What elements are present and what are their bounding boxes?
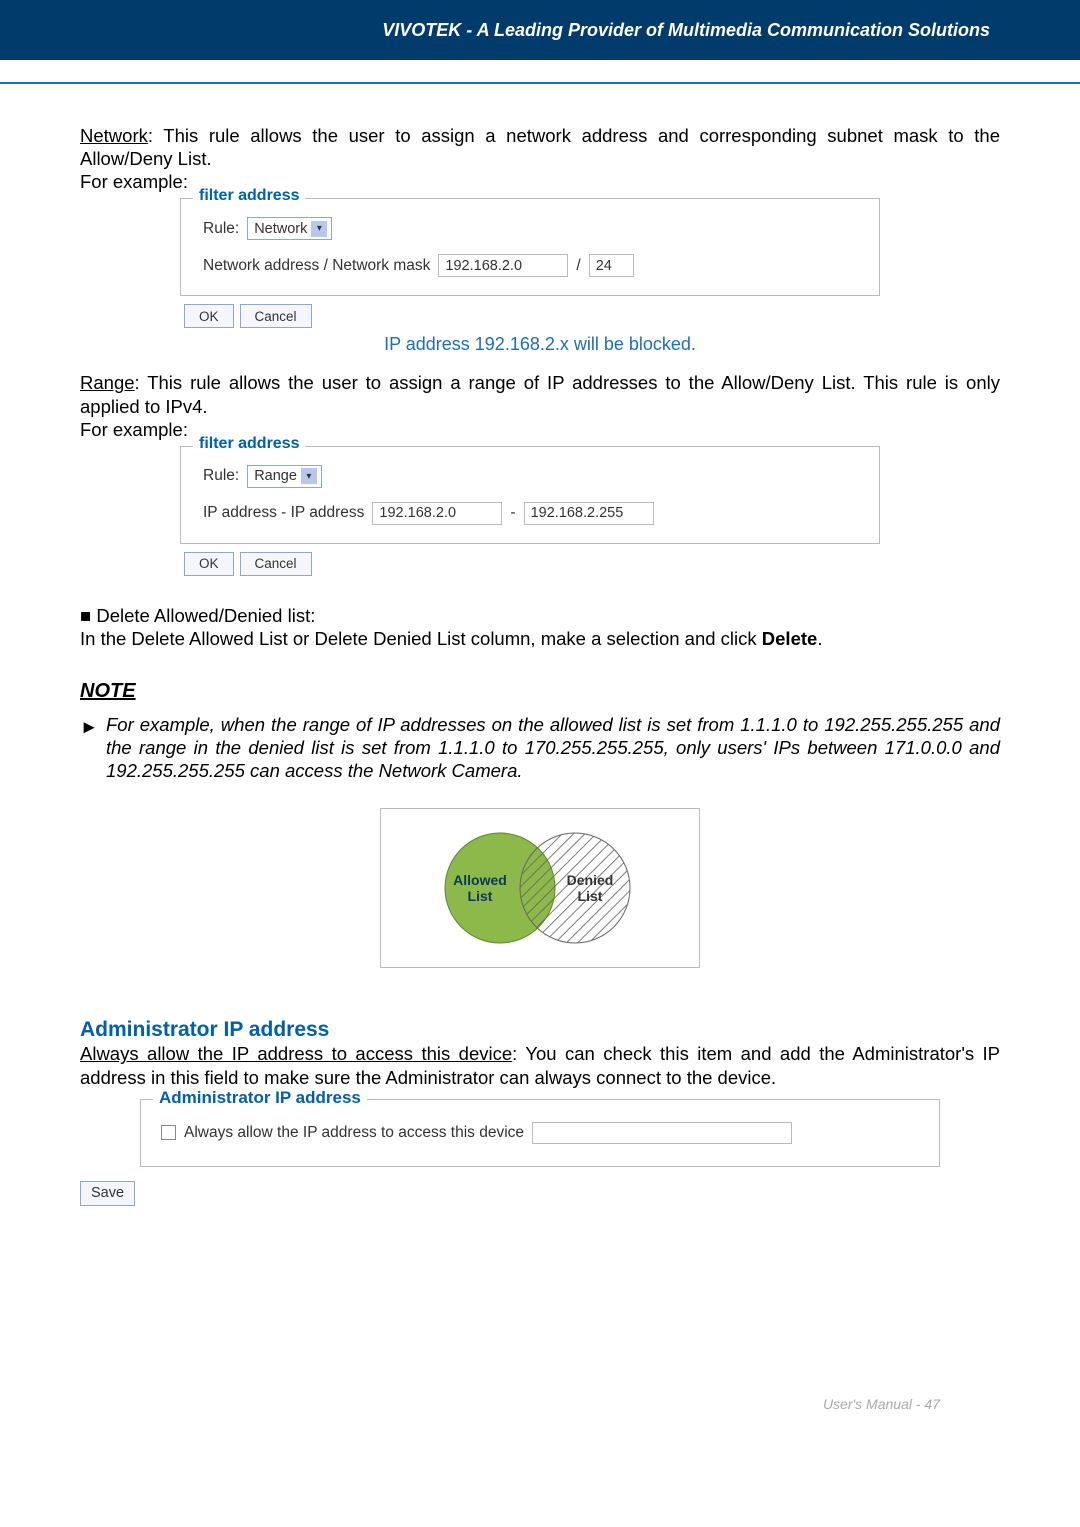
chevron-down-icon: ▾	[311, 221, 327, 237]
admin-check-label: Always allow the IP address to access th…	[184, 1124, 524, 1142]
page-header: VIVOTEK - A Leading Provider of Multimed…	[0, 0, 1080, 60]
admin-legend: Administrator IP address	[153, 1088, 367, 1108]
fs1-button-row: OK Cancel	[184, 304, 1000, 328]
venn-denied-l1: Denied	[567, 872, 614, 888]
rule-label-2: Rule:	[203, 467, 239, 485]
delete-body: In the Delete Allowed List or Delete Den…	[80, 627, 1000, 650]
iprange-label: IP address - IP address	[203, 504, 364, 522]
venn-allowed-l2: List	[468, 888, 493, 904]
network-mask-input[interactable]: 24	[589, 254, 634, 277]
range-paragraph: Range: This rule allows the user to assi…	[80, 371, 1000, 417]
rule-select-value-2: Range	[254, 468, 297, 484]
admin-ip-fieldset: Administrator IP address Always allow th…	[140, 1099, 940, 1167]
admin-desc-paragraph: Always allow the IP address to access th…	[80, 1042, 1000, 1088]
rule-select-2[interactable]: Range ▾	[247, 465, 322, 488]
always-allow-checkbox[interactable]	[161, 1125, 176, 1140]
delete-body-pre: In the Delete Allowed List or Delete Den…	[80, 628, 762, 649]
ip-start-input[interactable]: 192.168.2.0	[372, 502, 502, 525]
ok-button-2[interactable]: OK	[184, 552, 234, 576]
fieldset-legend-2: filter address	[193, 435, 305, 453]
network-label: Network	[80, 125, 148, 146]
rule-select-value: Network	[254, 221, 307, 237]
netaddr-label: Network address / Network mask	[203, 257, 430, 275]
network-address-input[interactable]: 192.168.2.0	[438, 254, 568, 277]
rule-select[interactable]: Network ▾	[247, 217, 332, 240]
venn-diagram: Allowed List Denied List	[380, 808, 700, 968]
rule-label: Rule:	[203, 220, 239, 238]
network-desc: : This rule allows the user to assign a …	[80, 125, 1000, 169]
filter-address-network-fieldset: filter address Rule: Network ▾ Network a…	[180, 198, 880, 296]
delete-body-post: .	[817, 628, 822, 649]
ok-button[interactable]: OK	[184, 304, 234, 328]
range-desc: : This rule allows the user to assign a …	[80, 372, 1000, 416]
header-title: VIVOTEK - A Leading Provider of Multimed…	[382, 20, 990, 41]
fs2-button-row: OK Cancel	[184, 552, 1000, 576]
iprange-row: IP address - IP address 192.168.2.0 - 19…	[203, 502, 857, 525]
venn-svg: Allowed List Denied List	[390, 813, 690, 963]
note-body: For example, when the range of IP addres…	[80, 713, 1000, 782]
cancel-button[interactable]: Cancel	[240, 304, 312, 328]
ip-end-input[interactable]: 192.168.2.255	[524, 502, 654, 525]
admin-desc-label: Always allow the IP address to access th…	[80, 1043, 512, 1064]
delete-title: Delete Allowed/Denied list:	[96, 605, 315, 626]
range-label: Range	[80, 372, 135, 393]
admin-check-row: Always allow the IP address to access th…	[161, 1122, 919, 1144]
bullet-icon: ■	[80, 605, 91, 626]
rule-row-2: Rule: Range ▾	[203, 465, 857, 488]
venn-denied-l2: List	[578, 888, 603, 904]
venn-allowed-l1: Allowed	[453, 872, 507, 888]
page-content: Network: This rule allows the user to as…	[0, 84, 1080, 1442]
dash-sep: -	[510, 504, 515, 522]
delete-heading: ■ Delete Allowed/Denied list:	[80, 604, 1000, 627]
fieldset-legend: filter address	[193, 187, 305, 205]
filter-address-range-fieldset: filter address Rule: Range ▾ IP address …	[180, 446, 880, 544]
chevron-down-icon: ▾	[301, 468, 317, 484]
save-button[interactable]: Save	[80, 1181, 135, 1206]
admin-ip-input[interactable]	[532, 1122, 792, 1144]
network-paragraph: Network: This rule allows the user to as…	[80, 124, 1000, 170]
network-caption: IP address 192.168.2.x will be blocked.	[80, 334, 1000, 355]
admin-heading: Administrator IP address	[80, 1018, 1000, 1042]
rule-row: Rule: Network ▾	[203, 217, 857, 240]
slash-sep: /	[576, 257, 580, 275]
note-heading: NOTE	[80, 680, 1000, 703]
delete-body-bold: Delete	[762, 628, 818, 649]
netaddr-row: Network address / Network mask 192.168.2…	[203, 254, 857, 277]
page-footer: User's Manual - 47	[80, 1386, 1000, 1412]
cancel-button-2[interactable]: Cancel	[240, 552, 312, 576]
